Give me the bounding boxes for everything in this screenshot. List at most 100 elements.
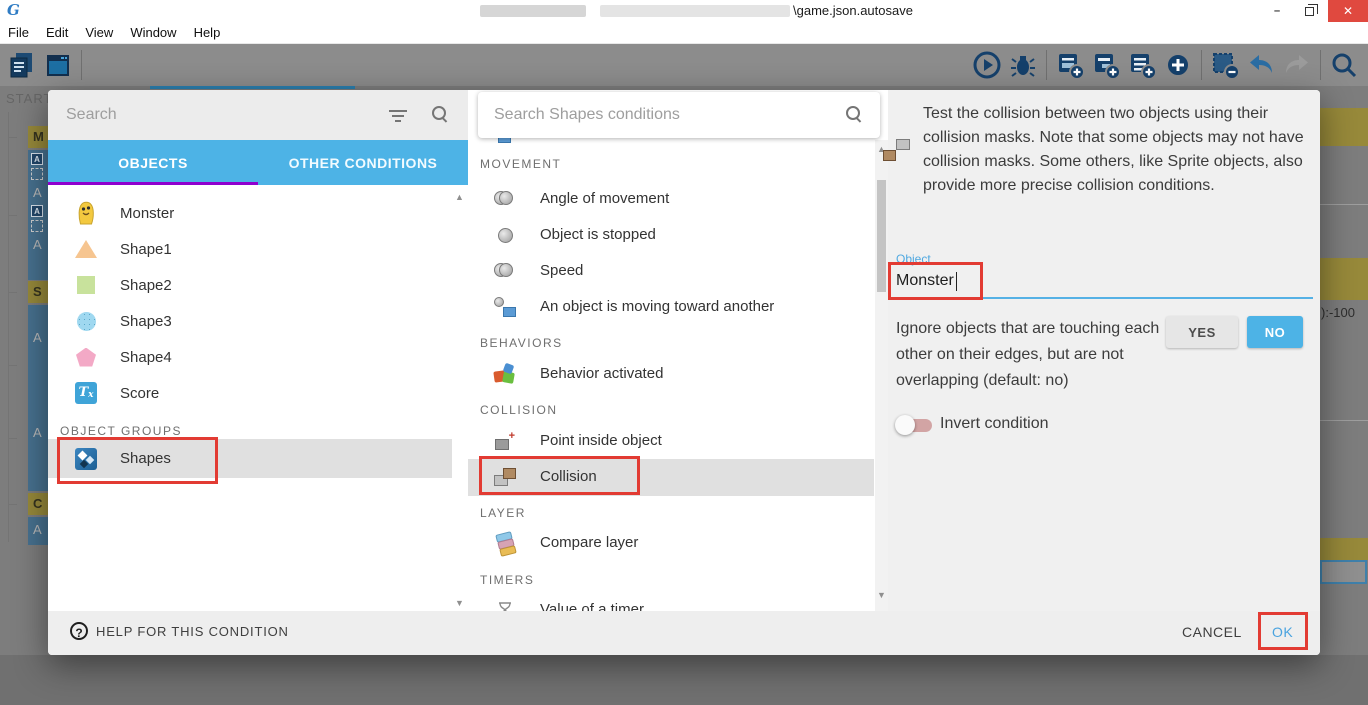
menu-view[interactable]: View xyxy=(85,25,113,40)
condition-value-of-timer[interactable]: Value of a timer xyxy=(468,592,874,611)
events-row-fragment xyxy=(1320,258,1368,300)
events-row-fragment xyxy=(1320,538,1368,560)
add-special-event-icon[interactable] xyxy=(1160,47,1196,83)
tree-tick xyxy=(8,438,17,439)
moving-toward-icon xyxy=(488,289,522,325)
condition-label: Object is stopped xyxy=(540,226,656,243)
section-collision: COLLISION xyxy=(480,403,558,417)
conditions-search-input[interactable] xyxy=(494,102,814,128)
redacted-title-segment xyxy=(600,5,790,17)
no-button[interactable]: NO xyxy=(1247,316,1303,348)
menu-window[interactable]: Window xyxy=(130,25,176,40)
window-title: \game.json.autosave xyxy=(793,3,913,18)
cancel-button[interactable]: CANCEL xyxy=(1182,624,1242,640)
toolbar-separator xyxy=(81,50,82,80)
add-comment-icon[interactable] xyxy=(1124,47,1160,83)
active-tab-underline xyxy=(48,182,258,185)
project-manager-icon[interactable] xyxy=(4,47,40,83)
events-tree-line xyxy=(8,112,9,542)
help-question-icon: ? xyxy=(70,622,88,640)
event-group-row: C xyxy=(28,493,48,515)
object-groups-header: OBJECT GROUPS xyxy=(60,424,182,438)
yes-button[interactable]: YES xyxy=(1166,316,1238,348)
events-row-divider xyxy=(1320,204,1368,205)
restore-button[interactable] xyxy=(1294,0,1324,22)
object-item-shape3[interactable]: Shape3 xyxy=(48,303,452,339)
conditions-panel: MOVEMENT Angle of movement Object is sto… xyxy=(468,90,888,611)
annotation-box-ok xyxy=(1258,612,1308,650)
object-item-shape4[interactable]: Shape4 xyxy=(48,339,452,375)
object-item-label: Shape2 xyxy=(120,277,172,294)
section-behaviors: BEHAVIORS xyxy=(480,336,563,350)
scroll-down-arrow[interactable]: ▼ xyxy=(877,590,886,600)
annotation-box-object-field xyxy=(888,262,983,300)
condition-speed[interactable]: Speed xyxy=(468,253,874,289)
object-item-label: Monster xyxy=(120,205,174,222)
object-item-label: Shape1 xyxy=(120,241,172,258)
search-toolbar-icon[interactable] xyxy=(1326,47,1362,83)
tree-tick xyxy=(8,292,17,293)
object-item-shape2[interactable]: Shape2 xyxy=(48,267,452,303)
tab-other-conditions[interactable]: OTHER CONDITIONS xyxy=(258,140,468,185)
invert-condition-label: Invert condition xyxy=(940,415,1049,433)
annotation-box-shapes xyxy=(57,437,218,484)
action-mini-icon: A xyxy=(31,153,43,165)
undo-icon[interactable] xyxy=(1243,47,1279,83)
preview-play-icon[interactable] xyxy=(969,47,1005,83)
add-action-mark: A xyxy=(33,522,47,537)
text-object-icon: Tx xyxy=(70,382,102,404)
scrollbar-thumb[interactable] xyxy=(877,180,886,292)
add-action-mark: A xyxy=(33,185,47,200)
annotation-box-collision xyxy=(479,456,640,495)
filter-icon[interactable] xyxy=(388,107,408,123)
help-link-label: HELP FOR THIS CONDITION xyxy=(96,624,289,639)
menu-edit[interactable]: Edit xyxy=(46,25,68,40)
tab-objects[interactable]: OBJECTS xyxy=(48,140,258,185)
action-mini-icon xyxy=(31,168,43,180)
angle-of-movement-icon xyxy=(488,181,522,217)
scene-editor-window-icon[interactable] xyxy=(40,47,76,83)
toolbar-separator xyxy=(1201,50,1202,80)
condition-compare-layer[interactable]: Compare layer xyxy=(468,525,874,561)
scroll-down-arrow[interactable]: ▼ xyxy=(455,598,464,608)
title-bar: G \game.json.autosave – ✕ xyxy=(0,0,1368,22)
condition-angle-of-movement[interactable]: Angle of movement xyxy=(468,181,874,217)
object-item-label: Score xyxy=(120,385,159,402)
ignore-edges-label: Ignore objects that are touching each ot… xyxy=(896,316,1160,394)
objects-search-input[interactable] xyxy=(66,102,366,128)
help-link[interactable]: ? HELP FOR THIS CONDITION xyxy=(70,622,289,640)
condition-label: Point inside object xyxy=(540,432,662,449)
section-movement: MOVEMENT xyxy=(480,157,561,171)
search-icon xyxy=(846,106,862,122)
scene-tab-label: START xyxy=(6,91,48,106)
condition-behavior-activated[interactable]: Behavior activated xyxy=(468,356,874,392)
condition-label: Angle of movement xyxy=(540,190,669,207)
gdevelop-logo-icon: G xyxy=(7,2,23,18)
menu-file[interactable]: File xyxy=(8,25,29,40)
scroll-up-arrow[interactable]: ▲ xyxy=(455,192,464,202)
condition-object-is-stopped[interactable]: Object is stopped xyxy=(468,217,874,253)
object-item-shape1[interactable]: Shape1 xyxy=(48,231,452,267)
condition-moving-toward[interactable]: An object is moving toward another xyxy=(468,289,874,325)
object-item-monster[interactable]: Monster xyxy=(48,195,452,231)
toolbar xyxy=(0,44,1368,86)
invert-condition-toggle[interactable] xyxy=(898,419,932,432)
add-event-icon[interactable] xyxy=(1052,47,1088,83)
event-group-row: M xyxy=(28,126,48,148)
redo-icon[interactable] xyxy=(1279,47,1315,83)
chooser-tabs: OBJECTS OTHER CONDITIONS xyxy=(48,140,468,185)
tab-objects-label: OBJECTS xyxy=(118,155,188,171)
events-row-fragment xyxy=(1320,108,1368,146)
remove-event-icon[interactable] xyxy=(1207,47,1243,83)
menu-help[interactable]: Help xyxy=(194,25,221,40)
debug-icon[interactable] xyxy=(1005,47,1041,83)
section-layer: LAYER xyxy=(480,506,526,520)
toolbar-separator xyxy=(1320,50,1321,80)
add-action-mark: A xyxy=(33,237,47,252)
conditions-search-bar xyxy=(478,92,880,138)
object-item-score[interactable]: Tx Score xyxy=(48,375,452,411)
minimize-button[interactable]: – xyxy=(1262,0,1292,22)
condition-point-inside-object[interactable]: + Point inside object xyxy=(468,423,874,459)
close-button[interactable]: ✕ xyxy=(1328,0,1368,22)
add-subevent-icon[interactable] xyxy=(1088,47,1124,83)
